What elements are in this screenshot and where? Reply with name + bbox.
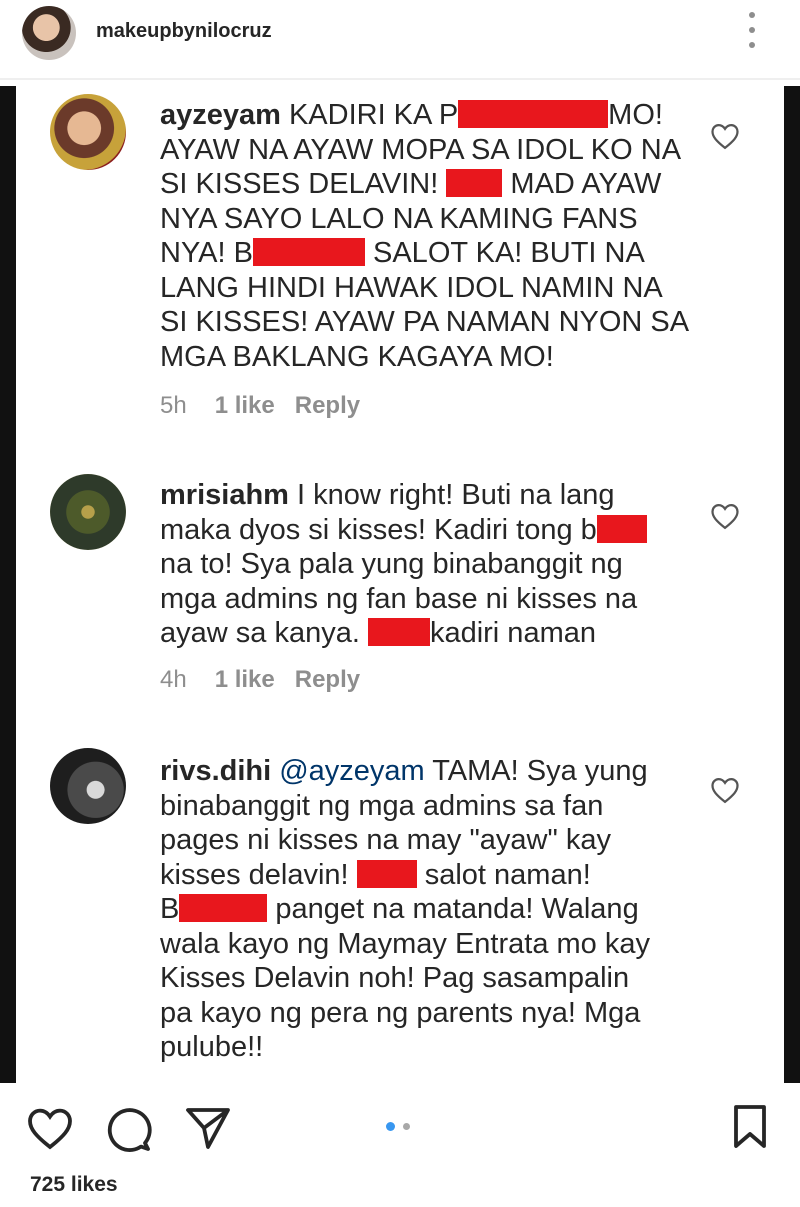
redaction-block	[446, 169, 503, 197]
commenter-avatar	[50, 474, 126, 550]
redaction-block	[367, 618, 430, 646]
comment-line: Kisses Delavin noh! Pag sasampalin	[160, 962, 630, 994]
comment-line: wala kayo ng Maymay Entrata mo kay	[160, 927, 650, 960]
comment-line: SI KISSES! AYAW PA NAMAN NYON SA	[160, 306, 690, 338]
comment-username: rivs.dihi	[160, 755, 272, 787]
comment-line: NYA! B SALOT KA! BUTI NA	[160, 237, 645, 269]
carousel-indicator	[386, 1121, 416, 1131]
comment-line: AYAW NA AYAW MOPA SA IDOL KO NA	[160, 133, 682, 166]
post-image[interactable]: ayzeyam KADIRI KA P MO! AYAW NA AYAW MOPA …	[0, 86, 800, 1083]
comment-line: pulube!!	[160, 1031, 264, 1063]
comment-line: LANG HINDI HAWAK IDOL NAMIN NA	[160, 271, 663, 304]
comment-likes[interactable]: 1 like	[215, 666, 275, 693]
commenter-avatar	[50, 748, 126, 824]
comment-mention[interactable]: @ayzeyam	[279, 755, 424, 787]
comment-line: binabanggit ng mga admins sa fan	[160, 789, 604, 822]
comment-like-icon[interactable]	[710, 122, 740, 150]
profile-username[interactable]: makeupbynilocruz	[96, 20, 272, 43]
comment-text-rest: TAMA! Sya yung	[424, 755, 648, 787]
comment-line: SI KISSES DELAVIN! MAD AYAW	[160, 168, 662, 200]
comment-line: mrisiahm I know right! Buti na lang	[160, 479, 615, 511]
comment-bubble-icon[interactable]	[104, 1106, 152, 1152]
comment-line: MGA BAKLANG KAGAYA MO!	[160, 340, 554, 373]
more-options-icon[interactable]	[742, 12, 762, 52]
post-likes-count[interactable]: 725 likes	[30, 1173, 118, 1197]
redaction-block	[179, 894, 268, 922]
redaction-block	[596, 514, 647, 543]
redaction-block	[458, 100, 609, 128]
redaction-block	[356, 859, 417, 888]
comment-like-icon[interactable]	[710, 502, 740, 530]
profile-avatar[interactable]	[22, 6, 76, 60]
comment-line: na to! Sya pala yung binabanggit ng	[160, 548, 623, 580]
like-heart-icon[interactable]	[26, 1106, 74, 1150]
comment-time: 4h	[160, 666, 187, 693]
comment-line: maka dyos si kisses! Kadiri tong b	[160, 513, 690, 548]
comment-meta: 4h 1 like Reply	[160, 666, 360, 694]
carousel-dot-active	[386, 1122, 395, 1131]
bookmark-icon[interactable]	[732, 1104, 768, 1150]
commenter-avatar	[50, 94, 126, 170]
comment-meta: 5h 1 like Reply	[160, 392, 360, 420]
comment-line: mga admins ng fan base ni kisses na	[160, 582, 638, 615]
redaction-block	[252, 238, 365, 266]
comment-line: ayaw sa kanya. kadiri naman	[160, 617, 596, 649]
post-header: makeupbynilocruz	[0, 0, 800, 78]
reply-button[interactable]: Reply	[295, 392, 360, 419]
comment-text: rivs.dihi @ayzeyam TAMA! Sya yung binaban…	[160, 754, 690, 1065]
comment-text: ayzeyam KADIRI KA P MO! AYAW NA AYAW MOPA …	[160, 98, 690, 374]
comment-username: mrisiahm	[160, 479, 289, 511]
comment-screenshot: ayzeyam KADIRI KA P MO! AYAW NA AYAW MOPA …	[16, 86, 784, 1083]
header-divider	[0, 78, 800, 80]
comment-line: rivs.dihi @ayzeyam TAMA! Sya yung	[160, 754, 690, 789]
reply-button[interactable]: Reply	[295, 666, 360, 693]
comment-text: mrisiahm I know right! Buti na lang maka …	[160, 478, 690, 651]
comment-line: pages ni kisses na may "ayaw" kay	[160, 824, 611, 856]
comment-like-icon[interactable]	[710, 776, 740, 804]
comment-line: B panget na matanda! Walang	[160, 893, 639, 925]
comment-line: pa kayo ng pera ng parents nya! Mga	[160, 996, 641, 1029]
comment-line: kisses delavin! salot naman!	[160, 858, 591, 891]
carousel-dot	[403, 1123, 410, 1130]
comment-username: ayzeyam	[160, 99, 281, 131]
share-send-icon[interactable]	[184, 1106, 232, 1150]
comment-line: NYA SAYO LALO NA KAMING FANS	[160, 202, 638, 235]
comment-line: ayzeyam KADIRI KA P MO!	[160, 99, 663, 131]
comment-likes[interactable]: 1 like	[215, 392, 275, 419]
comment-time: 5h	[160, 392, 187, 419]
